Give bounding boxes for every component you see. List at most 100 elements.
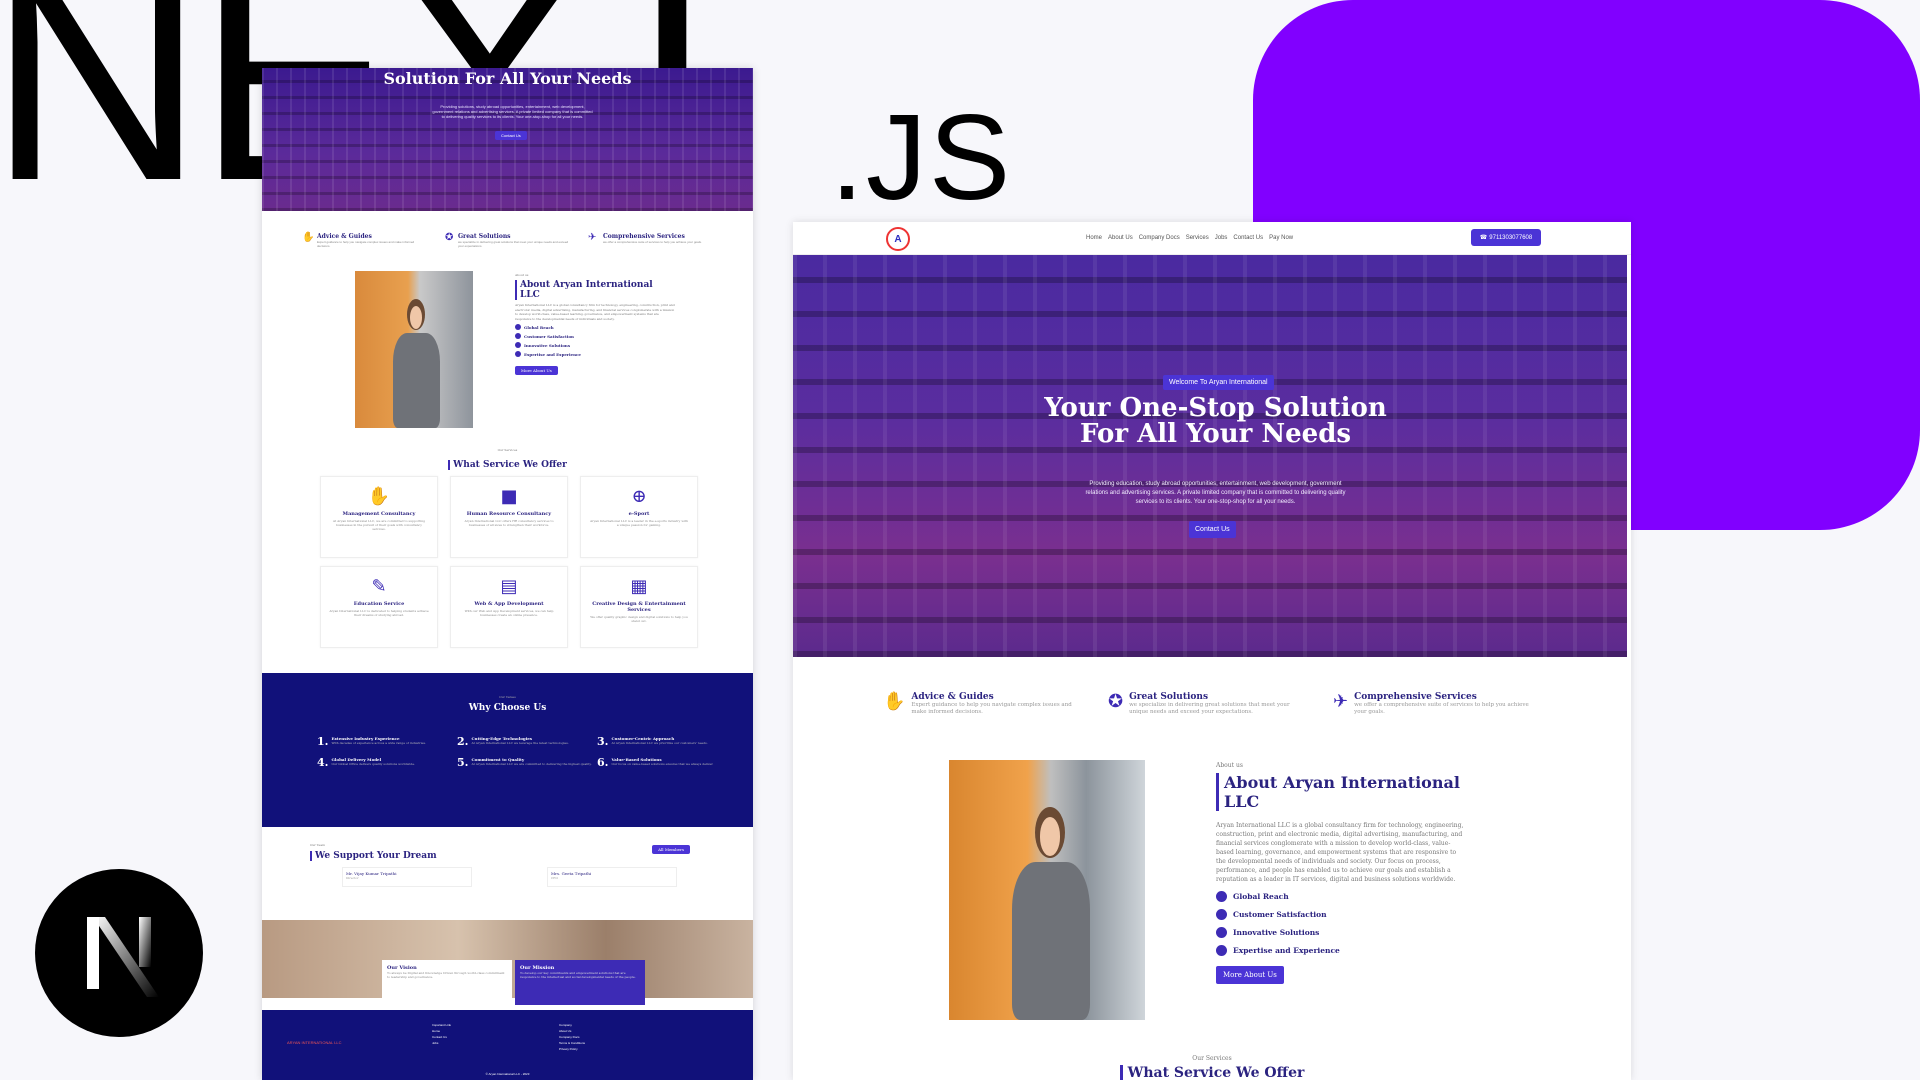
feature-text: we offer a comprehensive suite of servic… bbox=[603, 240, 702, 244]
why-item-text: At Aryan International LLC we are commit… bbox=[471, 762, 592, 766]
js-wordmark: .JS bbox=[830, 89, 1013, 225]
more-about-button[interactable]: More About Us bbox=[515, 366, 558, 375]
all-members-button[interactable]: All Members bbox=[652, 845, 690, 854]
about-title: About Aryan International LLC bbox=[1216, 773, 1466, 811]
nav-company-docs[interactable]: Company Docs bbox=[1139, 235, 1180, 241]
services-grid: ✋ Management Consultancy At Aryan Internat… bbox=[320, 476, 698, 648]
why-item: 1. Extensive Industry Experience With deca… bbox=[317, 736, 452, 747]
nav-jobs[interactable]: Jobs bbox=[1215, 235, 1228, 241]
service-card[interactable]: ✎ Education Service Aryan International LL… bbox=[320, 566, 438, 648]
service-text: Aryan International LLC is dedicated to … bbox=[329, 609, 429, 617]
hero-subtitle: Providing education, study abroad opport… bbox=[1085, 481, 1346, 505]
contact-button[interactable]: Contact Us bbox=[495, 131, 527, 140]
feature-solutions: ✪ Great Solutions we specialize in delive… bbox=[445, 232, 570, 249]
phone-button[interactable]: ☎ 9711303077608 bbox=[1471, 229, 1541, 246]
check-label: Customer Satisfaction bbox=[524, 333, 574, 339]
mission-card: Our Mission To develop our key constitue… bbox=[515, 960, 645, 1005]
award-icon: ✪ bbox=[445, 232, 454, 243]
why-item: 5. Commitment to Quality At Aryan Internat… bbox=[457, 757, 592, 768]
check-item: Expertise and Experience bbox=[1216, 945, 1466, 956]
services-title: What Service We Offer bbox=[1119, 1065, 1304, 1080]
service-card[interactable]: ▤ Web & App Development With our Web and A… bbox=[450, 566, 568, 648]
check-label: Global Reach bbox=[524, 324, 554, 330]
service-text: With our Web and App Development service… bbox=[464, 609, 554, 617]
team-kicker: Our Team bbox=[310, 843, 325, 847]
why-item-text: At Aryan International LLC we leverage t… bbox=[471, 741, 569, 745]
handshake-icon: ✋ bbox=[883, 691, 906, 712]
check-label: Customer Satisfaction bbox=[1233, 910, 1327, 919]
service-text: We offer quality graphic design and digi… bbox=[590, 615, 688, 623]
clapper-icon: ▦ bbox=[630, 576, 648, 597]
why-choose-us-section: Our Values Why Choose Us 1. Extensive Ind… bbox=[262, 673, 753, 827]
nav-services[interactable]: Services bbox=[1186, 235, 1209, 241]
check-label: Expertise and Experience bbox=[524, 351, 581, 357]
nav-about[interactable]: About Us bbox=[1108, 235, 1133, 241]
why-item-text: Our focus on value-based solutions ensur… bbox=[611, 762, 714, 766]
service-card[interactable]: ✋ Management Consultancy At Aryan Internat… bbox=[320, 476, 438, 558]
hero-title: Solution For All Your Needs bbox=[383, 69, 632, 88]
more-about-button[interactable]: More About Us bbox=[1216, 966, 1284, 984]
check-icon bbox=[515, 351, 521, 357]
check-item: Customer Satisfaction bbox=[1216, 909, 1466, 920]
feature-text: we specialize in delivering great soluti… bbox=[1129, 702, 1290, 715]
check-icon bbox=[1216, 891, 1227, 902]
check-label: Expertise and Experience bbox=[1233, 946, 1340, 955]
why-number: 3. bbox=[597, 735, 609, 748]
welcome-badge: Welcome To Aryan International bbox=[1163, 375, 1274, 390]
feature-advice: ✋ Advice & Guides Expert guidance to help… bbox=[302, 232, 427, 249]
book-icon: ✎ bbox=[371, 576, 387, 597]
copyright: © Aryan International LLC - 2023 bbox=[485, 1072, 530, 1076]
about-title: About Aryan International LLC bbox=[515, 280, 675, 300]
service-card[interactable]: ⊕ e-Sport Aryan International LLC is a lea… bbox=[580, 476, 698, 558]
footer-link[interactable]: Jobs bbox=[432, 1040, 451, 1046]
team-member-card[interactable]: Mr. Vijay Kumar Tripathi Director bbox=[342, 867, 472, 887]
site-logo[interactable]: A bbox=[886, 227, 910, 251]
about-photo bbox=[949, 760, 1145, 1020]
nav-contact[interactable]: Contact Us bbox=[1233, 235, 1263, 241]
check-icon bbox=[1216, 945, 1227, 956]
hero-section: Welcome To Aryan International Your One-… bbox=[793, 255, 1627, 657]
about-kicker: About us bbox=[1216, 762, 1243, 769]
window-icon: ▤ bbox=[500, 576, 518, 597]
check-icon bbox=[1216, 927, 1227, 938]
plane-icon: ✈ bbox=[1333, 691, 1349, 712]
nav-pay-now[interactable]: Pay Now bbox=[1269, 235, 1293, 241]
services-kicker: Our Services bbox=[497, 448, 518, 452]
feature-text: Expert guidance to help you navigate com… bbox=[911, 702, 1072, 715]
service-text: Aryan International LLC offers HR consul… bbox=[464, 519, 554, 527]
check-icon bbox=[515, 342, 521, 348]
about-text: Aryan International LLC is a global cons… bbox=[1216, 822, 1464, 883]
check-item: Customer Satisfaction bbox=[515, 333, 675, 339]
check-item: Global Reach bbox=[1216, 891, 1466, 902]
feature-title: Comprehensive Services bbox=[603, 233, 685, 240]
why-title: Why Choose Us bbox=[468, 703, 547, 713]
team-member-card[interactable]: Mrs. Geeta Tripathi CEO bbox=[547, 867, 677, 887]
feature-row: ✋ Advice & Guides Expert guidance to help… bbox=[883, 692, 1533, 716]
member-role: Director bbox=[346, 876, 359, 880]
service-title: Human Resource Consultancy bbox=[466, 511, 552, 517]
feature-text: Expert guidance to help you navigate com… bbox=[317, 240, 415, 248]
check-label: Global Reach bbox=[1233, 892, 1289, 901]
services-title: What Service We Offer bbox=[448, 460, 567, 470]
feature-text: we specialize in delivering great soluti… bbox=[457, 240, 569, 248]
why-number: 5. bbox=[457, 756, 469, 769]
check-item: Innovative Solutions bbox=[1216, 927, 1466, 938]
service-card[interactable]: ▦ Creative Design & Entertainment Service… bbox=[580, 566, 698, 648]
contact-button[interactable]: Contact Us bbox=[1189, 521, 1236, 538]
feature-title: Great Solutions bbox=[457, 233, 511, 240]
feature-title: Comprehensive Services bbox=[1354, 692, 1477, 702]
hero-subtitle: Providing solutions, study abroad opport… bbox=[432, 104, 593, 119]
team-section: Our Team We Support Your Dream All Membe… bbox=[310, 843, 710, 887]
about-kicker: About us bbox=[515, 273, 529, 277]
footer-link[interactable]: Privacy Policy bbox=[559, 1046, 585, 1052]
nav-home[interactable]: Home bbox=[1086, 235, 1102, 241]
vision-card: Our Vision To always be Digital and Know… bbox=[382, 960, 512, 1005]
gamepad-icon: ⊕ bbox=[631, 486, 647, 507]
check-icon bbox=[515, 324, 521, 330]
feature-title: Advice & Guides bbox=[317, 233, 372, 240]
service-card[interactable]: ■ Human Resource Consultancy Aryan Interna… bbox=[450, 476, 568, 558]
handshake-icon: ✋ bbox=[302, 232, 315, 243]
service-text: Aryan International LLC is a leader in t… bbox=[590, 519, 688, 527]
feature-solutions: ✪ Great Solutions we specialize in delive… bbox=[1108, 692, 1308, 716]
hero-title: Your One-Stop Solution For All Your Need… bbox=[1044, 393, 1387, 449]
